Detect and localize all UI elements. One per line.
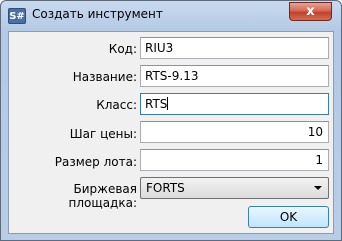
app-icon: S# (8, 8, 26, 24)
close-button[interactable]: x (289, 2, 332, 21)
code-value: RIU3 (145, 41, 174, 55)
price-step-input[interactable]: 10 (140, 121, 329, 143)
class-label: Класс: (96, 98, 137, 112)
chevron-down-icon[interactable] (314, 186, 322, 190)
dialog-window: S# Создать инструмент x Код: RIU3 Назван… (0, 0, 342, 241)
name-input[interactable]: RTS-9.13 (140, 65, 329, 87)
price-step-value: 10 (307, 125, 323, 139)
text-caret (167, 97, 169, 110)
class-input[interactable]: RTS (140, 93, 329, 115)
lot-size-input[interactable]: 1 (140, 149, 329, 171)
dialog-content: Код: RIU3 Название: RTS-9.13 Класс: RTS … (8, 31, 334, 234)
exchange-label: Биржевая площадка: (68, 182, 137, 210)
name-label: Название: (72, 70, 137, 84)
window-title: Создать инструмент (32, 7, 163, 21)
name-value: RTS-9.13 (145, 69, 199, 83)
class-value: RTS (145, 97, 168, 111)
lot-size-label: Размер лота: (54, 155, 137, 169)
exchange-value: FORTS (146, 181, 185, 195)
lot-size-value: 1 (315, 153, 323, 167)
ok-button[interactable]: OK (248, 206, 329, 228)
price-step-label: Шаг цены: (69, 127, 137, 141)
title-bar[interactable]: S# Создать инструмент x (1, 1, 341, 29)
code-label: Код: (108, 42, 137, 56)
code-input[interactable]: RIU3 (140, 37, 329, 59)
exchange-select[interactable]: FORTS (140, 177, 329, 199)
